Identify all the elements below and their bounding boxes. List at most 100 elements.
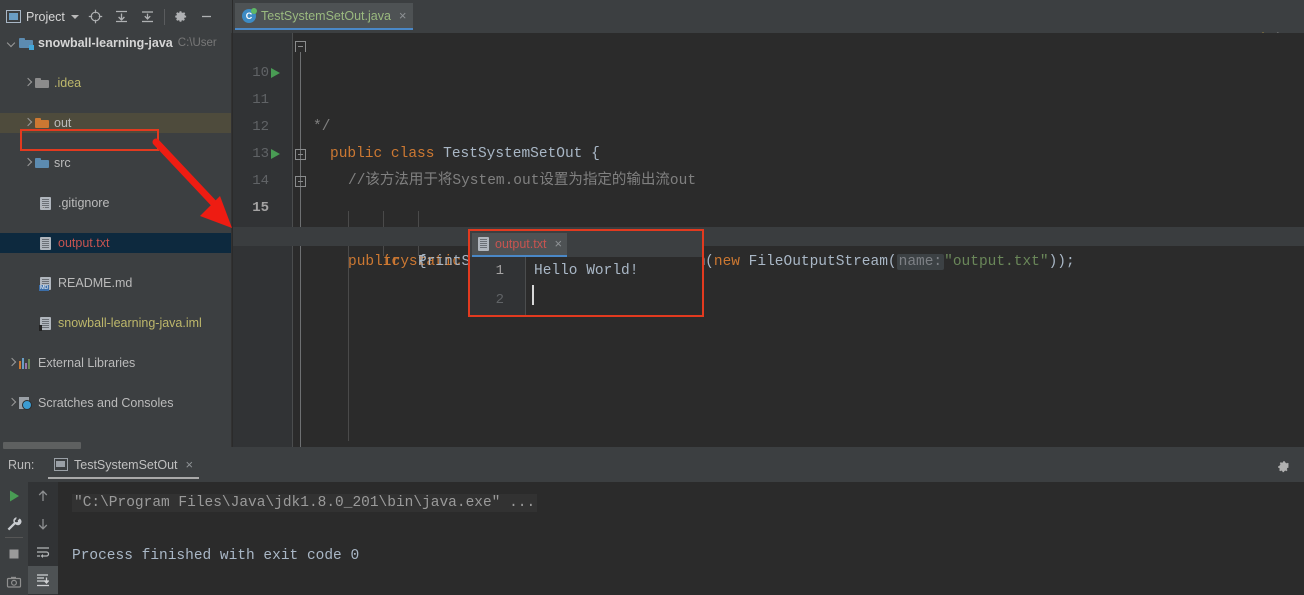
- close-icon[interactable]: ×: [186, 460, 194, 470]
- iml-file-icon: [38, 315, 54, 331]
- tree-label: snowball-learning-java: [38, 36, 173, 50]
- tree-label: .gitignore: [58, 196, 109, 210]
- popup-tab-bar: output.txt ×: [470, 231, 702, 257]
- tree-row-external-libraries[interactable]: External Libraries: [0, 353, 232, 373]
- code-editor[interactable]: 10 */ 11 public class TestSystemSetOut {…: [233, 33, 1304, 447]
- popup-line-text: Hello World!: [534, 257, 638, 286]
- code-line-13: 13 //该方法用于将System.out设置为指定的输出流out: [233, 114, 1304, 141]
- tree-label: src: [54, 156, 71, 170]
- console-actions-toolbar: [28, 482, 58, 595]
- code-token-ctor: FileOutputStream(: [740, 254, 897, 270]
- gitignore-file-icon: ⚬: [38, 195, 54, 211]
- markdown-file-icon: MD: [38, 275, 54, 291]
- chevron-down-icon[interactable]: [71, 15, 79, 19]
- tree-row-iml[interactable]: snowball-learning-java.iml: [0, 313, 232, 333]
- camera-icon[interactable]: [0, 568, 28, 595]
- tree-label: README.md: [58, 276, 132, 290]
- close-icon[interactable]: ×: [554, 239, 562, 249]
- console-command-line: "C:\Program Files\Java\jdk1.8.0_201\bin\…: [72, 494, 537, 512]
- popup-gutter-divider: [525, 257, 526, 315]
- stop-button[interactable]: [0, 540, 28, 568]
- line-number: 1: [470, 257, 504, 286]
- arrow-down-icon[interactable]: [28, 510, 58, 538]
- code-line-16: 16 PrintStream out = new PrintStream(new…: [233, 195, 1304, 222]
- folder-icon: [34, 75, 50, 91]
- chevron-right-icon[interactable]: [6, 398, 17, 409]
- run-gutter-icon[interactable]: [271, 149, 280, 159]
- code-token-keyword: try: [383, 254, 409, 270]
- locate-icon[interactable]: [83, 4, 109, 30]
- code-line-10: 10 */: [233, 33, 1304, 60]
- arrow-up-icon[interactable]: [28, 482, 58, 510]
- popup-tab-output-txt[interactable]: output.txt ×: [472, 233, 567, 257]
- tree-row-module[interactable]: snowball-learning-java C:\User: [0, 33, 232, 53]
- popup-editor[interactable]: 1 Hello World! 2: [470, 257, 702, 315]
- scratches-icon: [18, 395, 34, 411]
- chevron-down-icon[interactable]: [6, 38, 17, 49]
- close-icon[interactable]: ×: [399, 11, 407, 21]
- code-token-keyword: new: [714, 254, 740, 270]
- chevron-right-icon[interactable]: [22, 158, 33, 169]
- project-panel-toolbar: Project: [0, 0, 232, 33]
- parameter-hint: name:: [897, 254, 945, 270]
- tree-label: output.txt: [58, 236, 109, 250]
- tree-label: External Libraries: [38, 356, 135, 370]
- intellij-idea-window: Project snowball-learning-java C:\U: [0, 0, 1304, 595]
- soft-wrap-icon[interactable]: [28, 538, 58, 566]
- run-window-header: Run: TestSystemSetOut ×: [0, 450, 1304, 482]
- code-line-14: 14 public static void main(String[] args…: [233, 141, 1304, 168]
- code-token-tail: ));: [1049, 254, 1075, 270]
- fold-marker-icon[interactable]: [295, 149, 306, 160]
- toolbar-divider: [5, 537, 23, 538]
- project-panel-label: Project: [26, 10, 65, 24]
- editor-tab-title: TestSystemSetOut.java: [261, 9, 391, 23]
- expand-all-icon[interactable]: [109, 4, 135, 30]
- popup-tab-title: output.txt: [495, 237, 546, 251]
- chevron-right-icon[interactable]: [6, 358, 17, 369]
- tree-row-gitignore[interactable]: ⚬ .gitignore: [0, 193, 232, 213]
- libraries-icon: [18, 355, 34, 371]
- scrollbar-thumb[interactable]: [3, 442, 81, 449]
- run-tab-testsystemsetout[interactable]: TestSystemSetOut ×: [48, 452, 199, 479]
- run-tab-title: TestSystemSetOut: [74, 458, 178, 472]
- tree-row-readme[interactable]: MD README.md: [0, 273, 232, 293]
- collapse-all-icon[interactable]: [135, 4, 161, 30]
- console-output[interactable]: "C:\Program Files\Java\jdk1.8.0_201\bin\…: [58, 482, 1304, 595]
- fold-marker-icon[interactable]: [295, 176, 306, 187]
- fold-marker-icon[interactable]: [295, 41, 306, 52]
- tree-row-scratches[interactable]: Scratches and Consoles: [0, 393, 232, 413]
- chevron-right-icon[interactable]: [22, 78, 33, 89]
- java-class-icon: [242, 9, 256, 23]
- run-gutter-icon[interactable]: [271, 68, 280, 78]
- gear-icon[interactable]: [1274, 457, 1294, 477]
- scroll-to-end-icon[interactable]: [28, 566, 58, 594]
- toolbar-divider: [164, 9, 165, 25]
- tree-label: out: [54, 116, 71, 130]
- gear-icon[interactable]: [168, 4, 194, 30]
- chevron-right-icon[interactable]: [22, 118, 33, 129]
- editor-tab-bar: TestSystemSetOut.java ×: [233, 0, 1304, 33]
- project-tree-horizontal-scrollbar[interactable]: [0, 441, 232, 450]
- project-tree[interactable]: snowball-learning-java C:\User .idea out: [0, 33, 232, 447]
- tree-row-output-txt[interactable]: output.txt: [0, 233, 232, 253]
- rerun-button[interactable]: [0, 482, 28, 510]
- tree-row-out[interactable]: out: [0, 113, 232, 133]
- project-icon: [6, 10, 21, 23]
- project-panel-title-button[interactable]: Project: [0, 5, 83, 29]
- run-tool-window: Run: TestSystemSetOut ×: [0, 450, 1304, 595]
- module-folder-icon: [18, 35, 34, 51]
- wrench-icon[interactable]: [0, 510, 28, 538]
- output-txt-preview-popup[interactable]: output.txt × 1 Hello World! 2: [468, 229, 704, 317]
- editor-row-highlight: [233, 227, 1304, 246]
- minimize-icon[interactable]: [194, 4, 220, 30]
- console-exit-line: Process finished with exit code 0: [72, 548, 359, 564]
- tree-row-idea[interactable]: .idea: [0, 73, 232, 93]
- tree-row-src[interactable]: src: [0, 153, 232, 173]
- editor-tab-testsystemsetout-java[interactable]: TestSystemSetOut.java ×: [235, 3, 413, 30]
- folder-blue-icon: [34, 155, 50, 171]
- text-caret: [532, 285, 534, 305]
- tree-label: .idea: [54, 76, 81, 90]
- tree-label: Scratches and Consoles: [38, 396, 174, 410]
- code-line-12: 12: [233, 87, 1304, 114]
- tree-label: snowball-learning-java.iml: [58, 316, 202, 330]
